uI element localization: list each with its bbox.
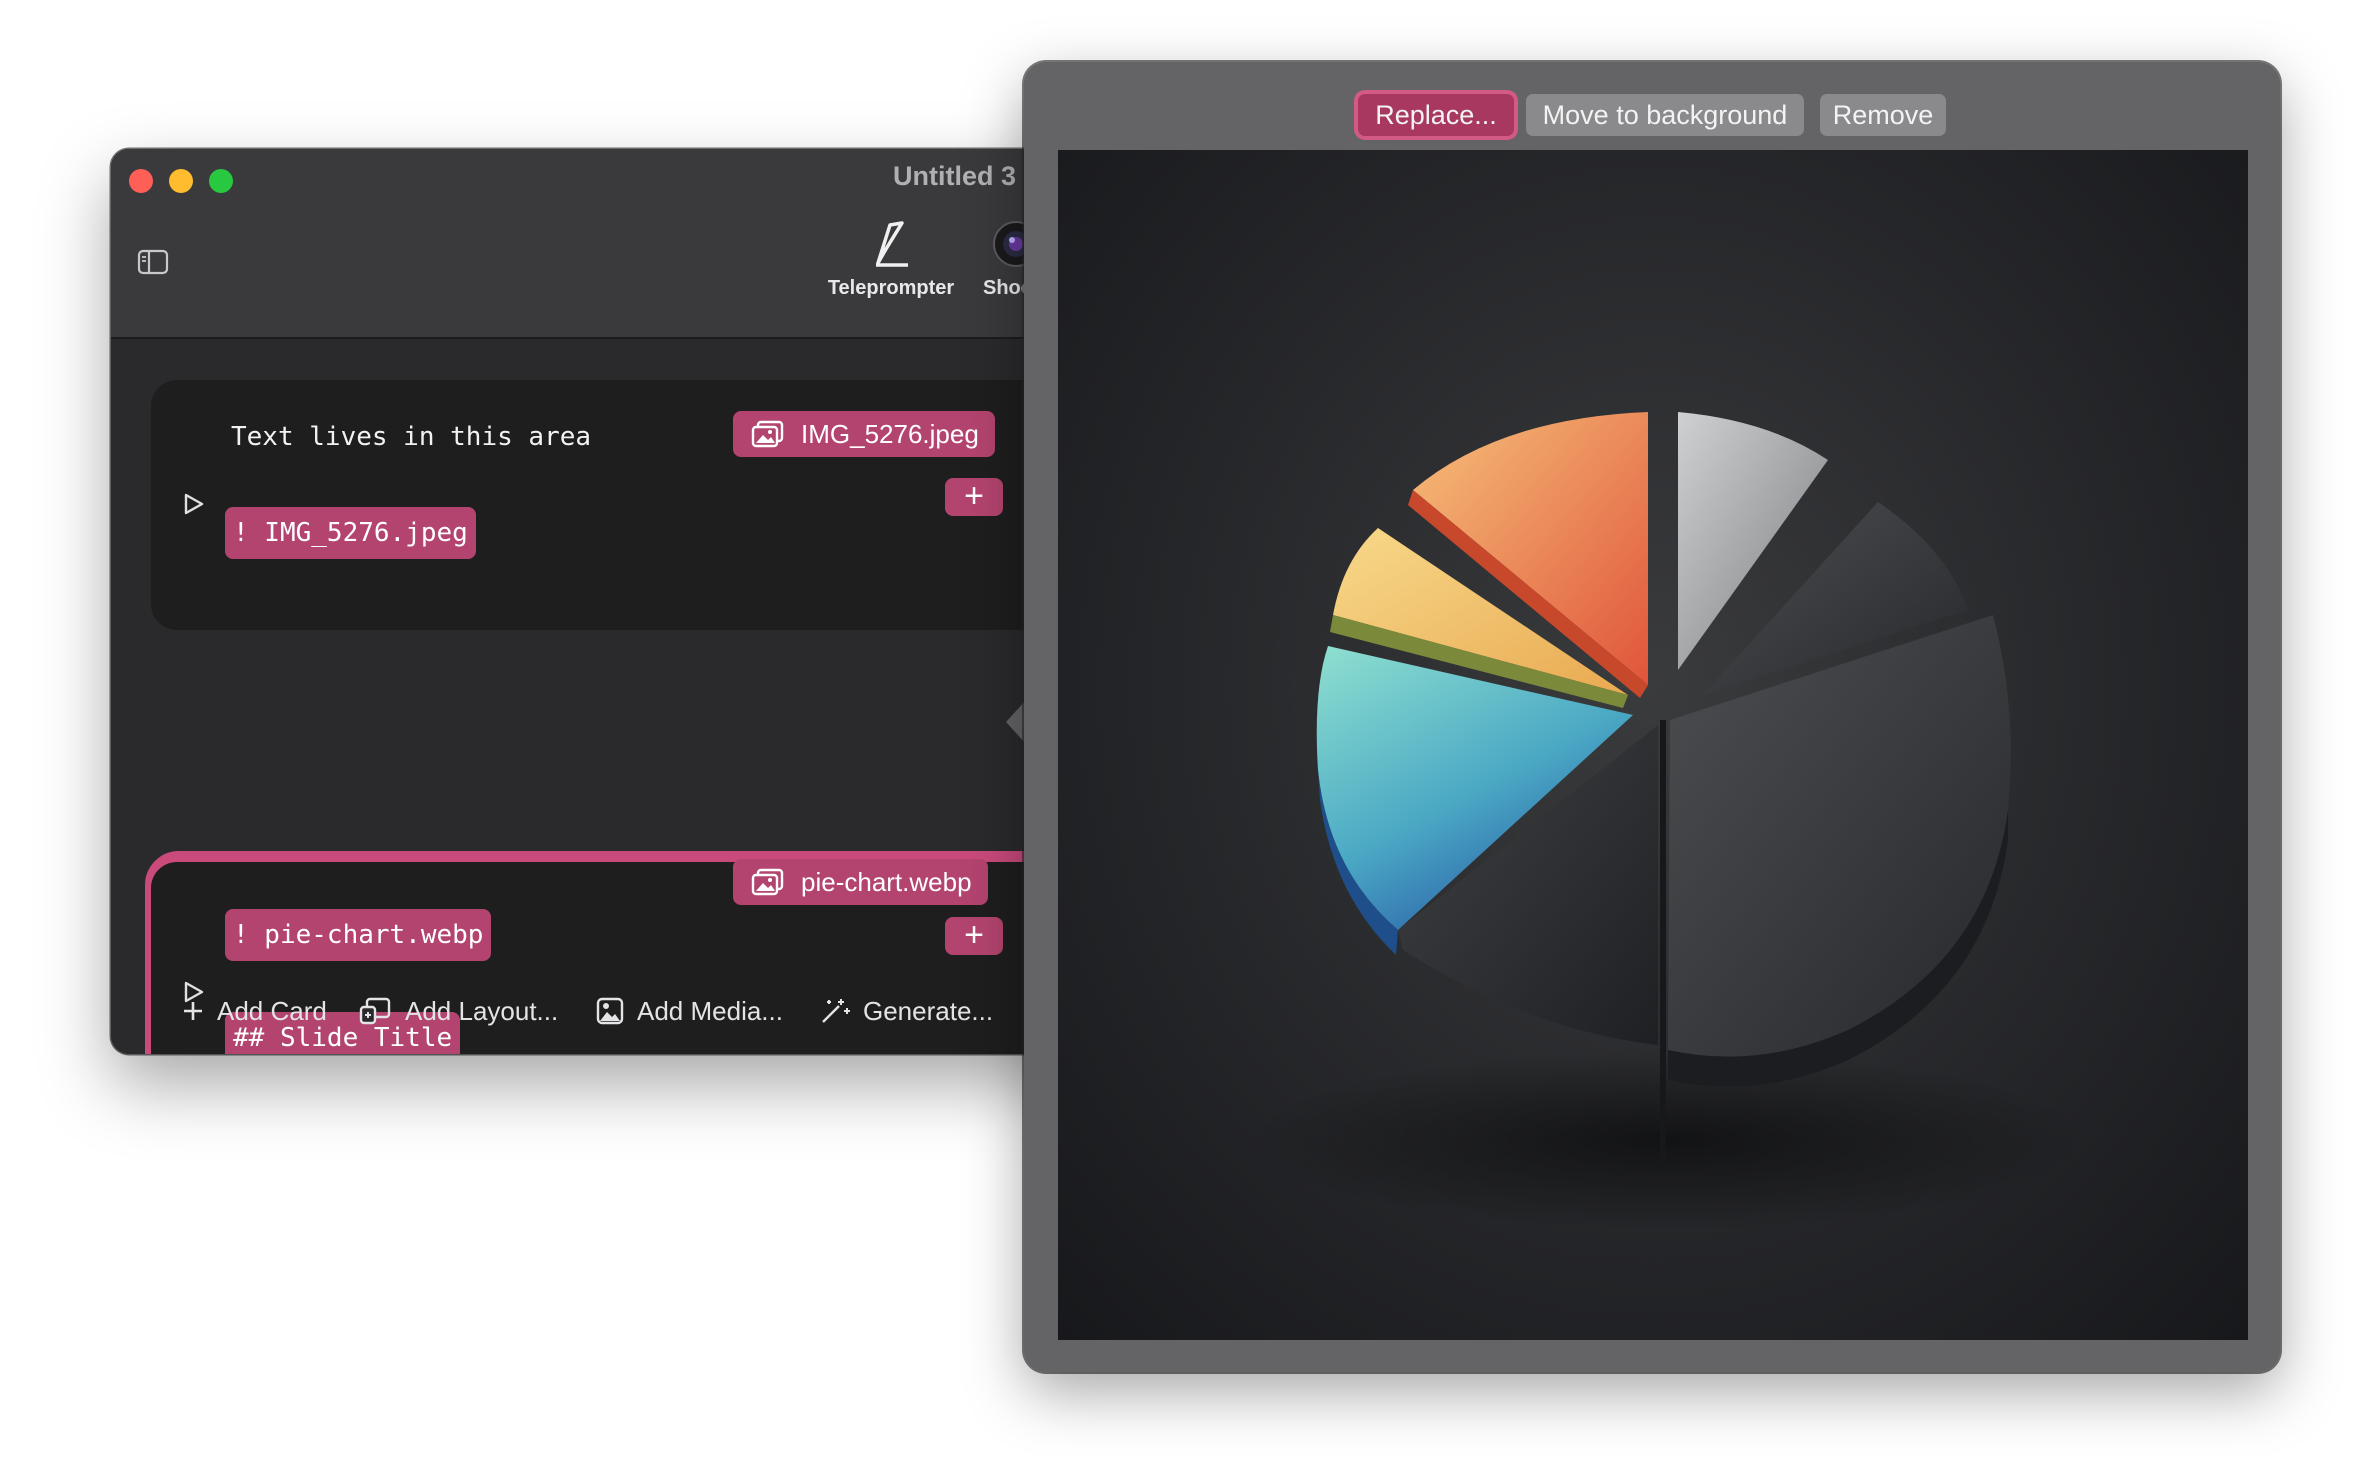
image-icon <box>751 420 784 448</box>
file-chip[interactable]: IMG_5276.jpeg <box>733 411 995 457</box>
add-layout-button[interactable]: Add Layout... <box>359 981 558 1041</box>
file-name-label: pie-chart.webp <box>801 866 972 897</box>
add-card-button[interactable]: Add Card <box>181 981 327 1041</box>
teleprompter-button[interactable]: Teleprompter <box>811 219 971 300</box>
window-title: Untitled 3 - <box>893 161 1033 191</box>
generate-button[interactable]: Generate... <box>819 981 993 1041</box>
cards-area: Text lives in this area ! IMG_5276.jpeg … <box>111 339 1111 1054</box>
add-card-label: Add Card <box>217 995 327 1026</box>
file-name-label: IMG_5276.jpeg <box>801 418 979 449</box>
media-icon <box>596 997 624 1025</box>
main-window: Untitled 3 - Teleprompter Shoo Text live… <box>111 149 1111 1054</box>
plus-icon <box>184 1002 202 1020</box>
image-preview <box>1058 150 2248 1340</box>
add-element-button[interactable]: + <box>945 478 1003 516</box>
media-popover: Replace... Move to background Remove <box>1024 62 2280 1372</box>
card[interactable]: Text lives in this area ! IMG_5276.jpeg … <box>151 380 1111 630</box>
close-window-button[interactable] <box>129 169 153 193</box>
minimize-window-button[interactable] <box>169 169 193 193</box>
replace-button[interactable]: Replace... <box>1358 94 1514 136</box>
bottom-toolbar: Add Card Add Layout... Add Media... Gene… <box>111 981 1111 1041</box>
teleprompter-icon <box>876 221 908 267</box>
add-media-button[interactable]: Add Media... <box>595 981 783 1041</box>
add-element-button[interactable]: + <box>945 917 1003 955</box>
add-media-label: Add Media... <box>637 995 783 1026</box>
remove-button[interactable]: Remove <box>1820 94 1946 136</box>
add-layout-label: Add Layout... <box>405 995 559 1026</box>
sidebar-toggle-icon[interactable] <box>137 249 169 275</box>
file-chip[interactable]: pie-chart.webp <box>733 859 988 905</box>
play-icon[interactable] <box>183 492 205 516</box>
teleprompter-label: Teleprompter <box>827 277 955 299</box>
media-markdown-chip[interactable]: ! pie-chart.webp <box>225 909 492 961</box>
card-body-text[interactable]: Text lives in this area <box>231 422 591 452</box>
layout-icon <box>359 997 391 1025</box>
popover-arrow <box>1006 700 1026 744</box>
move-to-background-button[interactable]: Move to background <box>1526 94 1804 136</box>
image-icon <box>751 868 784 896</box>
media-markdown-chip[interactable]: ! IMG_5276.jpeg <box>225 507 476 559</box>
pie-chart-image <box>1248 412 2088 1230</box>
titlebar: Untitled 3 - Teleprompter Shoo <box>111 149 1111 339</box>
zoom-window-button[interactable] <box>209 169 233 193</box>
generate-label: Generate... <box>863 995 994 1026</box>
magic-wand-icon <box>822 999 850 1023</box>
